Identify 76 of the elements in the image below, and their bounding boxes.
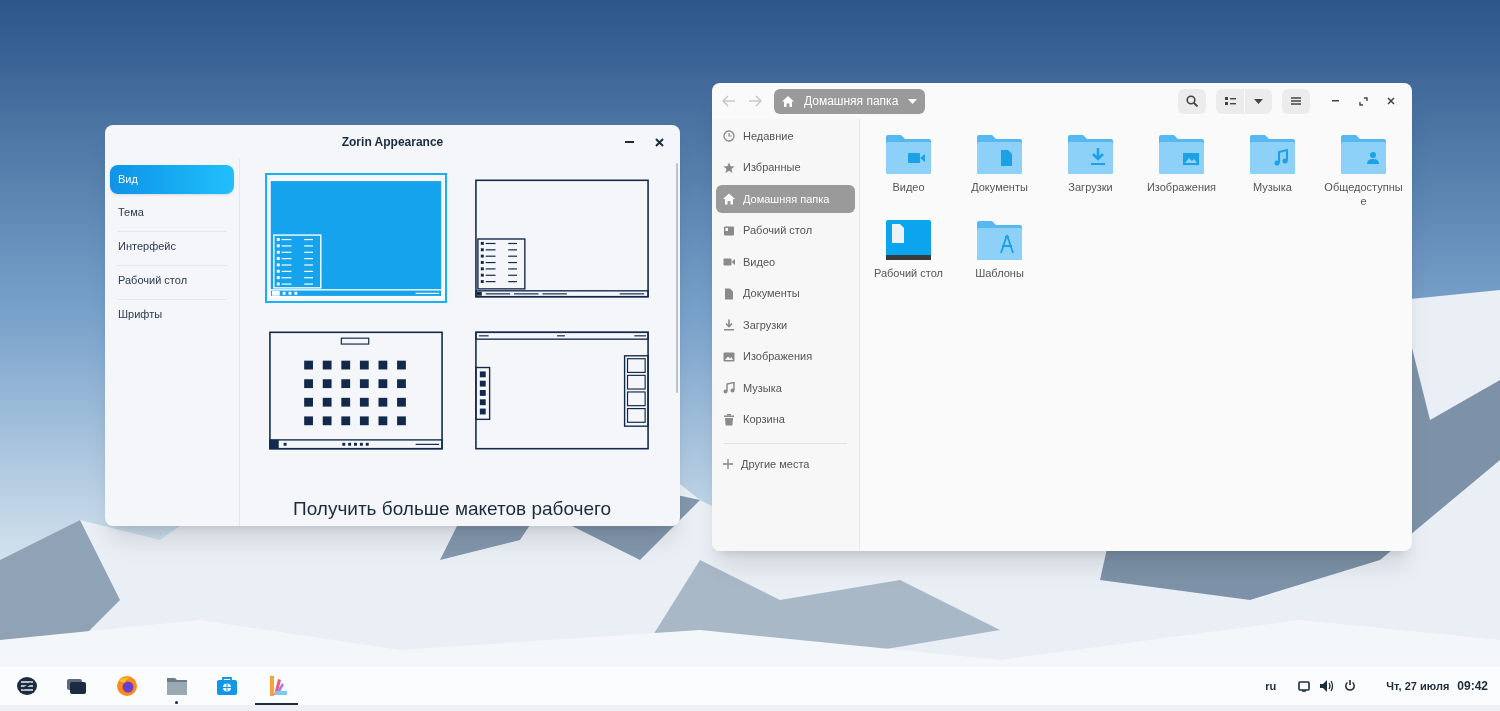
sidebar-item[interactable]: Рабочий стол	[110, 266, 234, 295]
file-name: Шаблоны	[974, 266, 1025, 280]
close-icon	[654, 137, 664, 147]
star-icon	[723, 161, 735, 174]
file-name: Документы	[970, 180, 1029, 194]
caret-icon	[1254, 98, 1263, 104]
folder-item[interactable]: Рабочий стол	[863, 213, 954, 299]
sidebar-item[interactable]: Избранные	[716, 153, 855, 182]
sidebar-item[interactable]: Видео	[716, 248, 855, 276]
back-arrow-icon	[722, 95, 736, 107]
document-icon	[723, 287, 735, 300]
sidebar-item[interactable]: Корзина	[716, 405, 855, 434]
video-camera-icon	[723, 256, 735, 268]
sidebar-item[interactable]: Изображения	[716, 342, 855, 371]
window-title: Zorin Appearance	[341, 134, 444, 151]
logo-icon	[15, 675, 38, 697]
date-text[interactable]: Чт, 27 июля	[1386, 677, 1450, 695]
clock-icon	[723, 130, 735, 142]
file-name: Загрузки	[1067, 180, 1114, 194]
minimize-icon	[624, 141, 634, 143]
power-icon[interactable]	[1344, 680, 1357, 692]
minimize-icon	[1331, 100, 1339, 102]
sidebar-item[interactable]: Недавние	[716, 122, 855, 150]
music-folder-icon	[1250, 133, 1295, 174]
sidebar-item[interactable]: Загрузки	[716, 311, 855, 339]
display-icon[interactable]	[1298, 680, 1311, 692]
video-folder-icon	[886, 133, 931, 174]
plus-icon	[723, 459, 733, 469]
home-icon	[782, 95, 794, 107]
download-icon	[723, 319, 735, 331]
search-icon	[1186, 95, 1198, 107]
menu-icon	[1291, 97, 1301, 105]
documents-folder-icon	[977, 133, 1022, 174]
maximize-icon	[1358, 96, 1368, 106]
folder-item[interactable]: Видео	[863, 127, 954, 213]
sidebar-item[interactable]: Тема	[110, 198, 234, 227]
shared-folder-icon	[1341, 133, 1386, 174]
sidebar-item[interactable]: Рабочий стол	[716, 216, 855, 245]
list-view-icon	[1224, 97, 1236, 105]
folder-item[interactable]: Шаблоны	[954, 213, 1045, 299]
menu-button[interactable]	[1282, 88, 1310, 114]
maximize-button[interactable]	[1356, 94, 1370, 108]
folder-item[interactable]: Изображения	[1136, 127, 1227, 213]
desktop-folder-icon	[886, 219, 931, 260]
sidebar-item[interactable]: Интерфейс	[110, 232, 234, 261]
more-layouts-text: Получить больше макетов рабочего	[293, 497, 612, 521]
file-name: Рабочий стол	[872, 266, 945, 280]
image-icon	[723, 350, 735, 363]
sidebar-item[interactable]: Шрифты	[110, 300, 234, 329]
folder-item[interactable]: Документы	[954, 127, 1045, 213]
clock-text[interactable]: 09:42	[1457, 677, 1488, 695]
file-name: Видео	[891, 180, 926, 194]
search-button[interactable]	[1178, 88, 1206, 114]
trash-icon	[723, 413, 735, 426]
sidebar-item[interactable]: Документы	[716, 279, 855, 308]
sidebar-item[interactable]: Другие места	[716, 450, 855, 478]
view-options-button[interactable]	[1244, 88, 1272, 114]
file-name: Музыка	[1252, 180, 1293, 194]
music-note-icon	[723, 382, 735, 394]
volume-icon[interactable]	[1320, 680, 1335, 692]
folder-item[interactable]: Музыка	[1227, 127, 1318, 213]
file-name: Общедоступные	[1323, 180, 1404, 208]
caret-icon	[908, 98, 918, 104]
close-icon	[1387, 97, 1395, 105]
home-icon	[723, 193, 735, 205]
folder-item[interactable]: Общедоступные	[1318, 127, 1409, 213]
desktop-icon	[723, 224, 735, 237]
pictures-folder-icon	[1159, 133, 1204, 174]
templates-folder-icon	[977, 219, 1022, 260]
view-mode-button[interactable]	[1216, 88, 1244, 114]
sidebar-item[interactable]: Музыка	[716, 374, 855, 402]
keyboard-layout-indicator[interactable]: ru	[1265, 677, 1277, 695]
forward-arrow-icon	[748, 95, 762, 107]
file-name: Изображения	[1145, 180, 1218, 194]
downloads-folder-icon	[1068, 133, 1113, 174]
folder-item[interactable]: Загрузки	[1045, 127, 1136, 213]
